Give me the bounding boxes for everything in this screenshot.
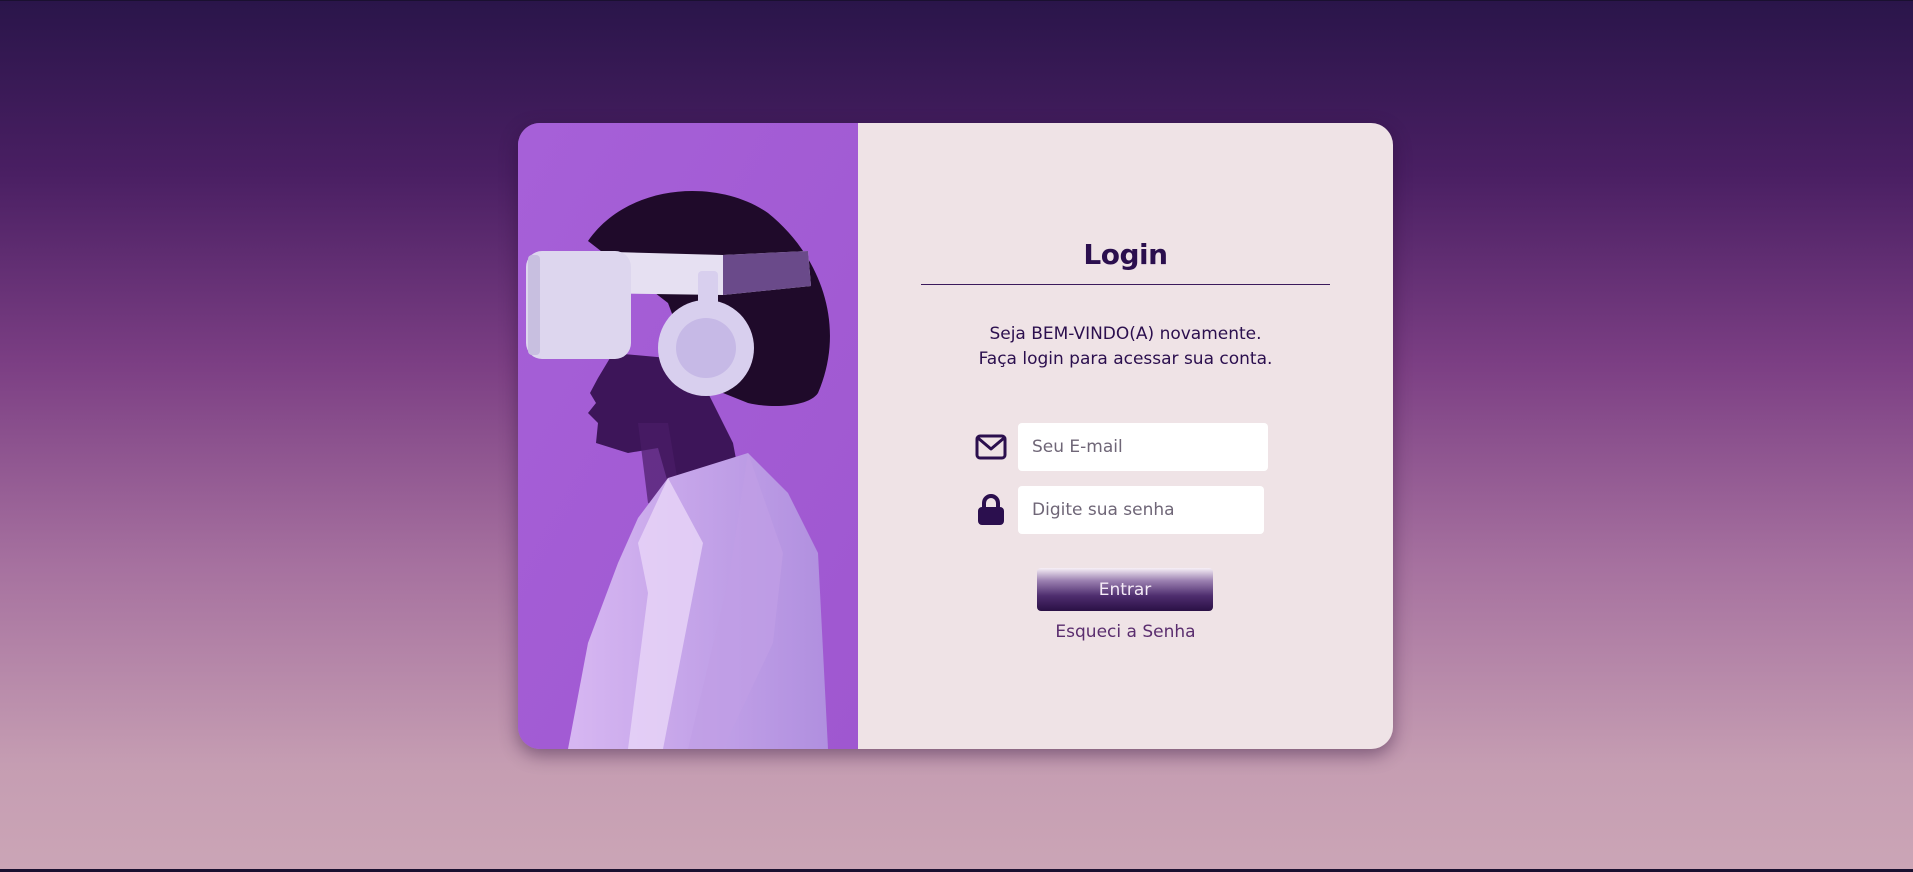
forgot-password-link[interactable]: Esqueci a Senha [858,622,1393,642]
page-background: Login Seja BEM-VINDO(A) novamente. Faça … [0,1,1913,869]
welcome-message: Seja BEM-VINDO(A) novamente. Faça login … [858,322,1393,372]
lock-icon [975,494,1007,526]
email-field[interactable] [1018,423,1268,471]
login-card: Login Seja BEM-VINDO(A) novamente. Faça … [518,123,1393,749]
vr-headset-photo [518,123,858,749]
envelope-icon [975,431,1007,463]
vr-person-illustration [518,123,858,749]
login-title: Login [1083,238,1168,271]
welcome-line-2: Faça login para acessar sua conta. [978,349,1273,369]
welcome-line-1: Seja BEM-VINDO(A) novamente. [989,324,1262,344]
email-row [975,423,1268,471]
password-row [975,486,1264,534]
password-field[interactable] [1018,486,1264,534]
login-button[interactable]: Entrar [1037,568,1213,611]
login-panel: Login Seja BEM-VINDO(A) novamente. Faça … [858,123,1393,749]
title-divider [921,284,1330,285]
